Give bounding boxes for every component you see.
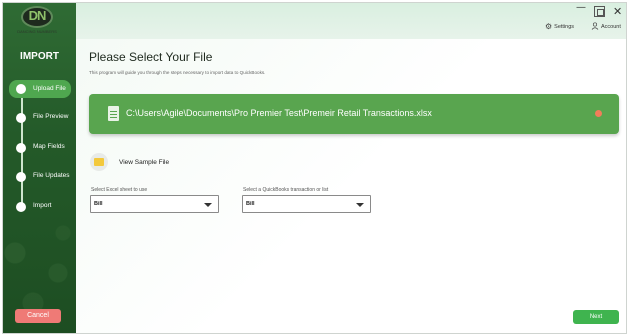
step-dot — [16, 84, 26, 94]
settings-label: Settings — [554, 23, 575, 30]
document-icon — [108, 106, 119, 121]
step-upload-file[interactable]: Upload File — [9, 80, 71, 98]
settings-button[interactable]: ⚙ Settings — [545, 22, 574, 31]
step-dot — [16, 113, 26, 123]
sample-file-button[interactable] — [90, 153, 108, 171]
close-button[interactable]: ✕ — [613, 5, 622, 18]
app-window: DN DANCING NUMBERS IMPORT Upload File Fi… — [2, 2, 627, 334]
step-dot — [16, 172, 26, 182]
step-label: File Updates — [33, 172, 70, 179]
step-label: File Preview — [33, 113, 69, 120]
file-path: C:\Users\Agile\Documents\Pro Premier Tes… — [126, 108, 432, 118]
logo: DN DANCING NUMBERS — [12, 6, 62, 36]
step-file-preview[interactable]: File Preview — [9, 110, 73, 126]
gear-icon: ⚙ — [545, 22, 553, 31]
excel-sheet-label: Select Excel sheet to use — [91, 187, 148, 193]
logo-text: DANCING NUMBERS — [17, 29, 57, 34]
remove-file-icon[interactable] — [595, 110, 602, 117]
step-file-updates[interactable]: File Updates — [9, 169, 73, 185]
chevron-down-icon — [204, 203, 212, 207]
account-button[interactable]: Account — [591, 22, 621, 32]
step-import[interactable]: Import — [9, 199, 73, 215]
next-button[interactable]: Next — [573, 310, 619, 324]
qb-transaction-select[interactable]: Bill — [242, 195, 371, 213]
minimize-button[interactable]: — — [576, 3, 586, 13]
excel-sheet-value: Bill — [94, 201, 103, 207]
step-label: Upload File — [33, 85, 66, 92]
step-map-fields[interactable]: Map Fields — [9, 140, 73, 156]
step-dot — [16, 143, 26, 153]
account-label: Account — [601, 24, 621, 30]
main-panel: Please Select Your File This program wil… — [76, 39, 626, 333]
qb-transaction-value: Bill — [246, 201, 255, 207]
sidebar-title: IMPORT — [20, 51, 59, 62]
logo-letters: DN — [28, 8, 47, 23]
view-sample-file-link[interactable]: View Sample File — [119, 159, 169, 166]
restore-button[interactable] — [594, 6, 605, 17]
page-title: Please Select Your File — [89, 50, 213, 64]
chevron-down-icon — [356, 203, 364, 207]
step-label: Map Fields — [33, 143, 65, 150]
step-label: Import — [33, 202, 52, 209]
title-bar: — ✕ ⚙ Settings Account — [76, 3, 626, 39]
excel-sheet-select[interactable]: Bill — [90, 195, 219, 213]
qb-transaction-label: Select a QuickBooks transaction or list — [243, 187, 329, 193]
folder-icon — [94, 158, 104, 166]
user-icon — [591, 22, 599, 32]
step-dot — [16, 202, 26, 212]
page-subtitle: This program will guide you through the … — [89, 70, 266, 75]
selected-file-banner[interactable]: C:\Users\Agile\Documents\Pro Premier Tes… — [89, 94, 619, 134]
cancel-button[interactable]: Cancel — [15, 309, 61, 323]
sidebar: DN DANCING NUMBERS IMPORT Upload File Fi… — [3, 3, 76, 333]
